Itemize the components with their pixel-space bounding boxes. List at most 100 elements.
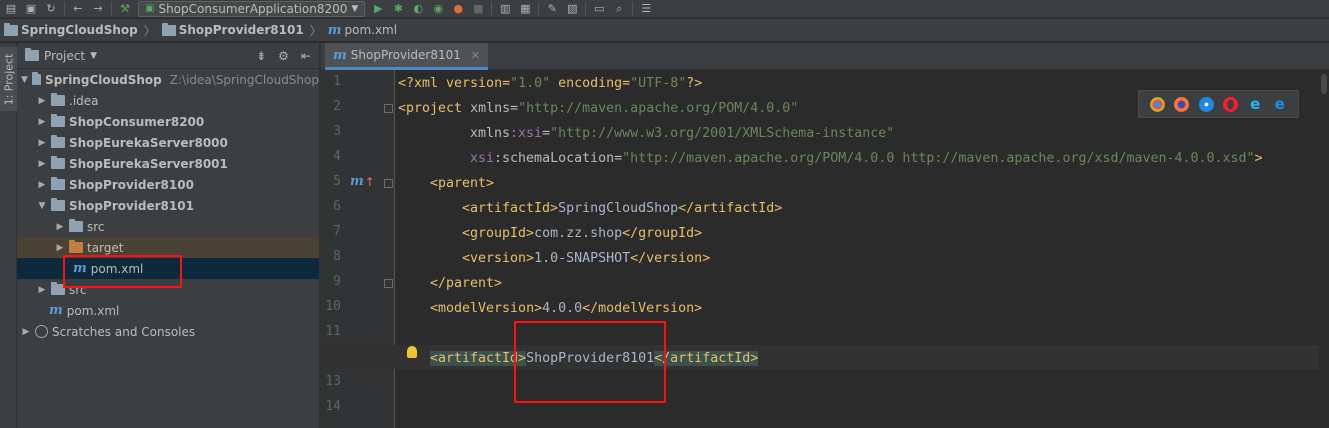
- editor-scrollbar[interactable]: [1319, 70, 1329, 428]
- tree-item-idea[interactable]: ▶ .idea: [17, 90, 319, 111]
- chrome-icon[interactable]: [1149, 96, 1165, 112]
- scrollbar-thumb[interactable]: [1321, 74, 1327, 94]
- code-line-2: <project xmlns="http://maven.apache.org/…: [398, 101, 799, 116]
- chevron-right-icon[interactable]: ▶: [37, 117, 47, 127]
- structure-icon[interactable]: ▦: [518, 2, 532, 16]
- debug-icon[interactable]: ✱: [391, 2, 405, 16]
- project-tree: ▼ SpringCloudShop Z:\idea\SpringCloudSho…: [17, 69, 319, 428]
- line-number: 5: [333, 174, 341, 189]
- line-number: 13: [325, 374, 341, 389]
- open-icon[interactable]: ▤: [4, 2, 18, 16]
- fold-marker-icon[interactable]: [384, 179, 393, 188]
- project-view-selector[interactable]: Project: [44, 49, 85, 63]
- line-number: 14: [325, 399, 341, 414]
- chevron-down-icon[interactable]: ▼: [90, 51, 97, 61]
- module-folder-icon: [51, 198, 65, 211]
- safari-icon[interactable]: [1198, 96, 1214, 112]
- terminal-icon[interactable]: ▭: [592, 2, 606, 16]
- code-line-8: <version>1.0-SNAPSHOT</version>: [462, 251, 711, 266]
- chevron-right-icon[interactable]: ▶: [55, 243, 65, 253]
- forward-icon[interactable]: →: [91, 2, 105, 16]
- run-icon[interactable]: ▶: [371, 2, 385, 16]
- open-in-browser-bar: e e: [1138, 90, 1299, 118]
- chevron-right-icon[interactable]: ▶: [37, 96, 47, 106]
- tree-item-pom-xml-root[interactable]: m pom.xml: [17, 300, 319, 321]
- toolbar-separator: [64, 1, 65, 16]
- code-line-10: <modelVersion>4.0.0</modelVersion>: [430, 301, 703, 316]
- stop-icon[interactable]: ■: [471, 2, 485, 16]
- editor-tab-pom[interactable]: m ShopProvider8101 ✕: [325, 43, 489, 70]
- tree-item-src[interactable]: ▶ src: [17, 216, 319, 237]
- toolbar-separator: [632, 1, 634, 16]
- project-structure-icon[interactable]: ▧: [565, 2, 579, 16]
- code-line-9: </parent>: [430, 276, 503, 291]
- vcs-icon[interactable]: ▥: [498, 2, 512, 16]
- line-number: 4: [333, 149, 341, 164]
- tree-item-shopconsumer8200[interactable]: ▶ ShopConsumer8200: [17, 111, 319, 132]
- profile-icon[interactable]: ◉: [431, 2, 445, 16]
- toolbar-separator: [111, 1, 112, 16]
- tasks-icon[interactable]: ☰: [639, 2, 653, 16]
- run-configuration-selector[interactable]: ▣ ShopConsumerApplication8200 ▼: [138, 0, 366, 17]
- maven-file-icon: m: [327, 22, 342, 38]
- gear-icon[interactable]: ⚙: [278, 49, 289, 63]
- sync-icon[interactable]: ↻: [44, 2, 58, 16]
- line-number: 8: [333, 249, 341, 264]
- build-icon[interactable]: ⚒: [118, 2, 132, 16]
- collapse-all-icon[interactable]: ⇟: [256, 49, 266, 63]
- tree-item-springcloudshop[interactable]: ▼ SpringCloudShop Z:\idea\SpringCloudSho…: [17, 69, 319, 90]
- edge-icon[interactable]: e: [1272, 96, 1287, 112]
- back-icon[interactable]: ←: [71, 2, 85, 16]
- navigation-breadcrumb: SpringCloudShop 〉 ShopProvider8101 〉 m p…: [0, 19, 1329, 42]
- chevron-down-icon[interactable]: ▼: [21, 75, 28, 85]
- chevron-right-icon[interactable]: ▶: [37, 138, 47, 148]
- chevron-right-icon[interactable]: ▶: [37, 180, 47, 190]
- tree-item-shopprovider8100[interactable]: ▶ ShopProvider8100: [17, 174, 319, 195]
- coverage-icon[interactable]: ◐: [411, 2, 425, 16]
- tree-item-scratches[interactable]: ▶ Scratches and Consoles: [17, 321, 319, 342]
- chevron-right-icon[interactable]: ▶: [37, 285, 47, 295]
- search-icon[interactable]: ⌕: [612, 2, 626, 16]
- folder-icon: [51, 93, 65, 106]
- breadcrumb-item-module[interactable]: ShopProvider8101: [161, 22, 304, 37]
- chevron-right-icon[interactable]: ▶: [37, 159, 47, 169]
- maven-override-marker[interactable]: m ↑: [350, 174, 375, 189]
- breadcrumb-item-file[interactable]: m pom.xml: [328, 23, 397, 38]
- line-number: 9: [333, 274, 341, 289]
- project-panel-header: Project ▼ ⇟ ⚙ ⇤: [17, 43, 319, 69]
- module-folder-icon: [51, 114, 65, 127]
- chevron-right-icon: 〉: [143, 23, 156, 38]
- line-number: 6: [333, 199, 341, 214]
- chevron-right-icon[interactable]: ▶: [55, 222, 65, 232]
- maven-file-icon: m: [350, 174, 364, 189]
- firefox-icon[interactable]: [1174, 96, 1190, 112]
- jrebel-icon[interactable]: ●: [451, 2, 465, 16]
- opera-icon[interactable]: [1223, 96, 1239, 112]
- intention-bulb-icon[interactable]: [407, 346, 417, 358]
- chevron-down-icon[interactable]: ▼: [37, 201, 47, 211]
- line-number: 7: [333, 224, 341, 239]
- module-folder-icon: [51, 156, 65, 169]
- project-tool-window-tab[interactable]: 1: Project: [0, 47, 17, 111]
- close-icon[interactable]: ✕: [471, 49, 480, 62]
- wrench-icon[interactable]: ✎: [545, 2, 559, 16]
- run-config-label: ShopConsumerApplication8200: [158, 1, 348, 16]
- left-tool-strip: 1: Project: [0, 43, 17, 428]
- fold-marker-icon[interactable]: [384, 279, 393, 288]
- breadcrumb-item-root[interactable]: SpringCloudShop: [4, 22, 138, 37]
- hide-panel-icon[interactable]: ⇤: [301, 49, 311, 63]
- tree-item-shopeurekaserver8000[interactable]: ▶ ShopEurekaServer8000: [17, 132, 319, 153]
- line-number: 10: [325, 299, 341, 314]
- tree-item-shopprovider8101[interactable]: ▼ ShopProvider8101: [17, 195, 319, 216]
- save-icon[interactable]: ▣: [24, 2, 38, 16]
- ie-icon[interactable]: e: [1248, 96, 1263, 112]
- editor-tab-bar: m ShopProvider8101 ✕: [321, 43, 1329, 70]
- fold-marker-icon[interactable]: [384, 104, 393, 113]
- toolbar-separator: [585, 1, 587, 16]
- line-number: 1: [333, 74, 341, 89]
- arrow-up-icon: ↑: [364, 174, 375, 189]
- chevron-right-icon[interactable]: ▶: [21, 327, 31, 337]
- tree-item-shopeurekaserver8001[interactable]: ▶ ShopEurekaServer8001: [17, 153, 319, 174]
- annotation-box-artifactid: [514, 321, 666, 403]
- module-folder-icon: [31, 72, 42, 85]
